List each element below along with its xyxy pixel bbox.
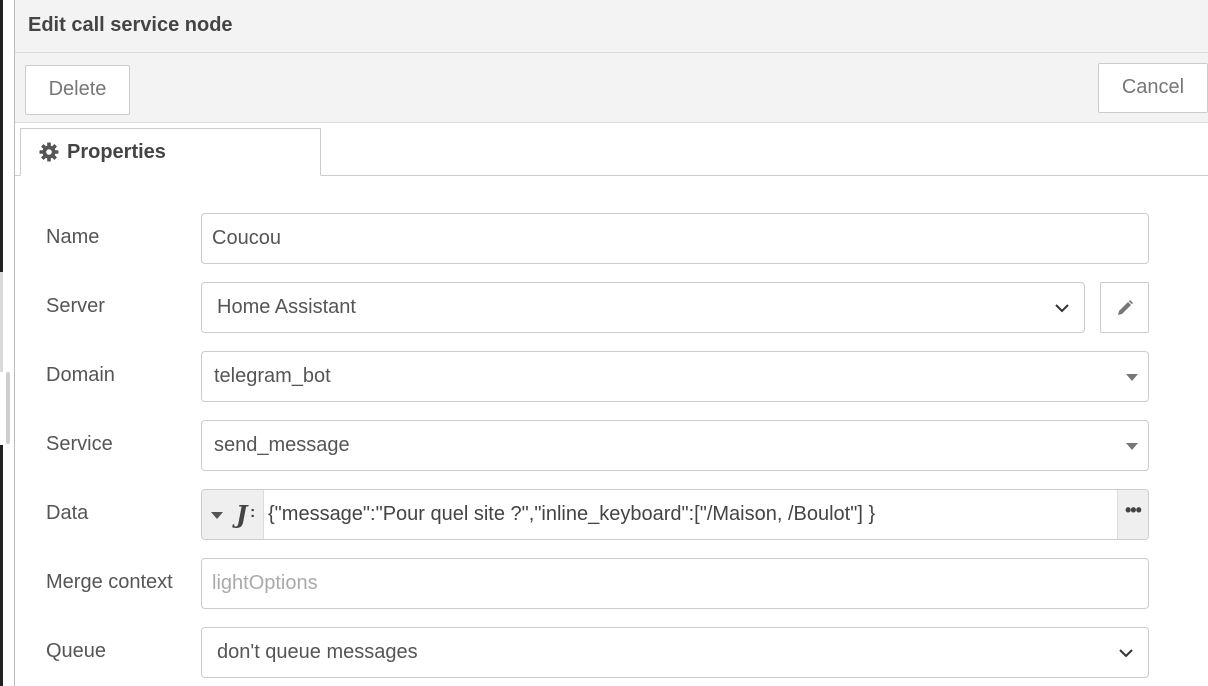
edit-dialog: Edit call service node Delete Cancel Pro…	[14, 0, 1208, 686]
caret-down-icon[interactable]	[1126, 374, 1138, 381]
name-value: Coucou	[212, 227, 281, 249]
data-row: Data J : {"message":"Pour quel site ?","…	[15, 489, 1208, 540]
delete-button[interactable]: Delete	[25, 65, 130, 115]
server-select[interactable]: Home Assistant	[201, 282, 1085, 333]
name-row: Name Coucou	[15, 213, 1208, 264]
merge-context-label: Merge context	[46, 571, 173, 593]
queue-select[interactable]: don't queue messages	[201, 627, 1149, 678]
chevron-down-icon	[1055, 304, 1069, 313]
domain-row: Domain telegram_bot	[15, 351, 1208, 402]
edge-bar	[0, 445, 3, 686]
edit-server-button[interactable]	[1100, 282, 1149, 333]
workspace-edge	[0, 0, 14, 686]
cancel-button[interactable]: Cancel	[1098, 63, 1208, 113]
data-typed-input[interactable]: J : {"message":"Pour quel site ?","inlin…	[201, 489, 1149, 540]
name-label: Name	[46, 226, 100, 248]
dialog-header: Edit call service node	[15, 0, 1208, 53]
edge-bar	[0, 272, 3, 372]
json-icon: J	[236, 500, 248, 529]
server-label: Server	[46, 295, 105, 317]
service-row: Service send_message	[15, 420, 1208, 471]
queue-row: Queue don't queue messages	[15, 627, 1208, 678]
caret-down-icon[interactable]	[1126, 443, 1138, 450]
edge-bar	[0, 0, 3, 272]
service-label: Service	[46, 433, 113, 455]
dialog-title: Edit call service node	[28, 14, 233, 36]
service-combobox[interactable]: send_message	[201, 420, 1149, 471]
merge-context-row: Merge context lightOptions	[15, 558, 1208, 609]
domain-label: Domain	[46, 364, 115, 386]
data-label: Data	[46, 502, 89, 524]
caret-down-icon	[211, 512, 223, 519]
data-value[interactable]: {"message":"Pour quel site ?","inline_ke…	[268, 503, 875, 526]
chevron-down-icon	[1119, 649, 1133, 658]
ellipsis-icon: •••	[1125, 500, 1142, 520]
queue-value: don't queue messages	[217, 641, 418, 663]
queue-label: Queue	[46, 640, 107, 662]
tab-label: Properties	[67, 141, 166, 163]
tab-bar: Properties	[15, 123, 1208, 176]
resize-handle[interactable]	[6, 372, 10, 444]
merge-context-placeholder: lightOptions	[212, 572, 318, 594]
domain-value: telegram_bot	[214, 365, 331, 387]
data-type-select[interactable]: J :	[202, 490, 264, 539]
name-input[interactable]: Coucou	[201, 213, 1149, 264]
expand-editor-button[interactable]: •••	[1117, 490, 1148, 539]
merge-context-input[interactable]: lightOptions	[201, 558, 1149, 609]
server-row: Server Home Assistant	[15, 282, 1208, 333]
tab-properties[interactable]: Properties	[20, 128, 321, 176]
domain-combobox[interactable]: telegram_bot	[201, 351, 1149, 402]
service-value: send_message	[214, 434, 350, 456]
pencil-icon	[1118, 300, 1133, 315]
server-value: Home Assistant	[217, 296, 356, 318]
json-icon-colon: :	[250, 504, 256, 521]
gear-icon	[39, 142, 59, 162]
dialog-toolbar: Delete Cancel	[15, 53, 1208, 123]
